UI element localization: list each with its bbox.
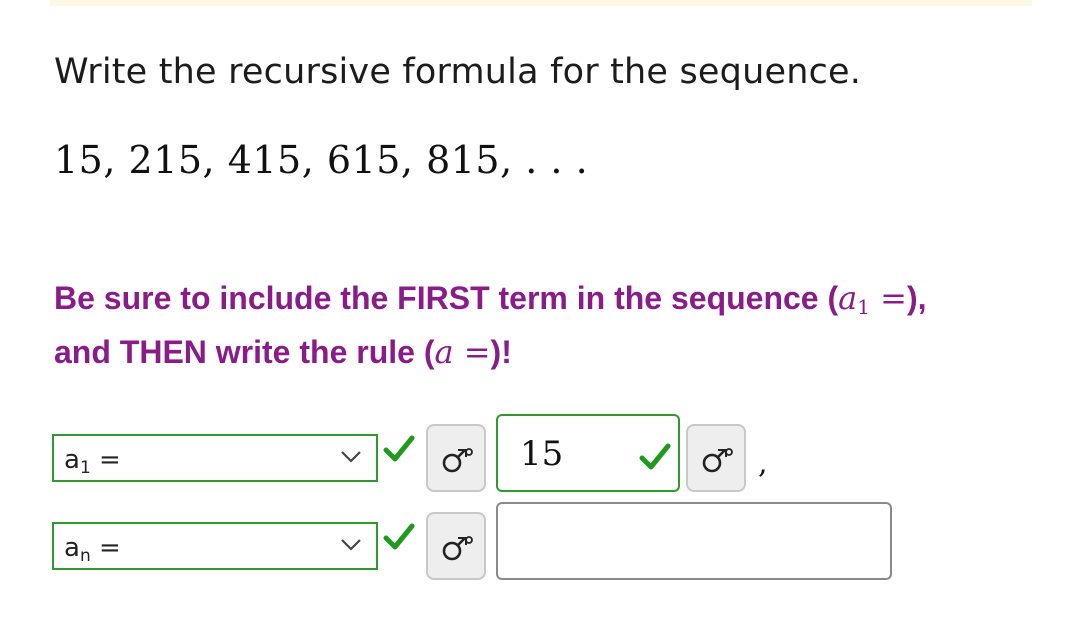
rule-answer-input[interactable] (496, 502, 892, 580)
chevron-down-icon (341, 451, 361, 463)
rule-select-label: an = (64, 533, 121, 566)
instructions: Be sure to include the FIRST term in the… (54, 279, 927, 371)
first-term-select[interactable]: a1 = (52, 434, 378, 482)
sequence-terms: 15, 215, 415, 615, 815, . . . (54, 138, 589, 182)
checkmark-icon (639, 443, 671, 470)
first-term-select-label: a1 = (64, 445, 121, 478)
first-term-answer-value: 15 (520, 434, 564, 474)
instruction-line1-math: a1 = (838, 279, 907, 319)
math-keyboard-button[interactable] (686, 424, 746, 492)
math-keyboard-button[interactable] (426, 512, 486, 580)
instruction-line2-text: and THEN write the rule ( (54, 334, 435, 370)
checkmark-icon (383, 435, 415, 462)
question-prompt: Write the recursive formula for the sequ… (54, 52, 862, 92)
top-banner-strip (50, 0, 1032, 6)
instruction-line2-math: a = (434, 333, 491, 371)
math-keyboard-icon (702, 448, 733, 473)
rule-select[interactable]: an = (52, 522, 378, 570)
instruction-line1-text: Be sure to include the FIRST term in the… (54, 280, 839, 316)
math-keyboard-icon (442, 448, 473, 473)
first-term-answer-input[interactable]: 15 (496, 414, 680, 492)
math-keyboard-button[interactable] (426, 424, 486, 492)
math-keyboard-icon (442, 536, 473, 561)
term-separator-comma: , (758, 446, 768, 481)
checkmark-icon (383, 523, 415, 550)
chevron-down-icon (341, 539, 361, 551)
